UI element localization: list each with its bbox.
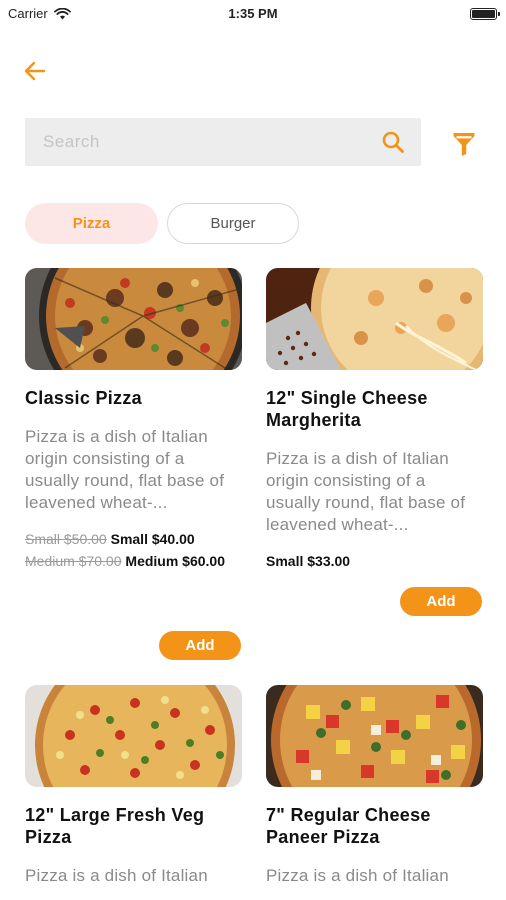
product-title: 12" Large Fresh Veg Pizza: [25, 805, 205, 847]
product-description: Pizza is a dish of Italian: [266, 866, 449, 885]
search-bar: [25, 118, 421, 166]
product-card-classic-pizza[interactable]: Classic Pizza Pizza is a dish of Italian…: [25, 268, 242, 572]
product-title: 7" Regular Cheese Paneer Pizza: [266, 805, 431, 847]
price-current: Small $33.00: [266, 553, 351, 569]
price-current: Medium $60.00: [125, 553, 226, 569]
status-bar: Carrier 1:35 PM: [0, 0, 506, 28]
category-chip-pizza[interactable]: Pizza: [25, 203, 158, 244]
price-old: Small $50.00: [25, 531, 107, 547]
price-list: Small $50.00 Small $40.00 Medium $70.00 …: [25, 528, 242, 572]
price-line-small: Small $33.00: [266, 550, 483, 572]
product-card-large-fresh-veg-pizza[interactable]: 12" Large Fresh Veg Pizza Pizza is a dis…: [25, 685, 242, 887]
price-line-small: Small $50.00 Small $40.00: [25, 528, 242, 550]
product-image: [25, 268, 242, 370]
filter-icon[interactable]: [452, 131, 476, 157]
back-button[interactable]: [22, 58, 48, 84]
category-chip-burger[interactable]: Burger: [167, 203, 299, 244]
price-old: Medium $70.00: [25, 553, 122, 569]
product-title: Classic Pizza: [25, 388, 142, 408]
battery-icon: [470, 8, 500, 20]
product-title: 12" Single Cheese Margherita: [266, 388, 428, 430]
add-button-single-cheese-margherita[interactable]: Add: [400, 587, 482, 616]
product-card-regular-cheese-paneer-pizza[interactable]: 7" Regular Cheese Paneer Pizza Pizza is …: [266, 685, 483, 887]
product-image: [266, 685, 483, 787]
product-description: Pizza is a dish of Italian: [25, 866, 208, 885]
product-description: Pizza is a dish of Italian origin consis…: [25, 427, 225, 512]
search-input[interactable]: [25, 118, 365, 166]
search-icon[interactable]: [381, 130, 405, 154]
product-description: Pizza is a dish of Italian origin consis…: [266, 449, 466, 534]
product-card-single-cheese-margherita[interactable]: 12" Single Cheese Margherita Pizza is a …: [266, 268, 483, 572]
price-line-medium: Medium $70.00 Medium $60.00: [25, 550, 242, 572]
status-time: 1:35 PM: [228, 6, 278, 21]
arrow-left-icon: [24, 61, 46, 81]
price-list: Small $33.00: [266, 550, 483, 572]
add-button-classic-pizza[interactable]: Add: [159, 631, 241, 660]
price-current: Small $40.00: [110, 531, 195, 547]
product-image: [266, 268, 483, 370]
product-image: [25, 685, 242, 787]
